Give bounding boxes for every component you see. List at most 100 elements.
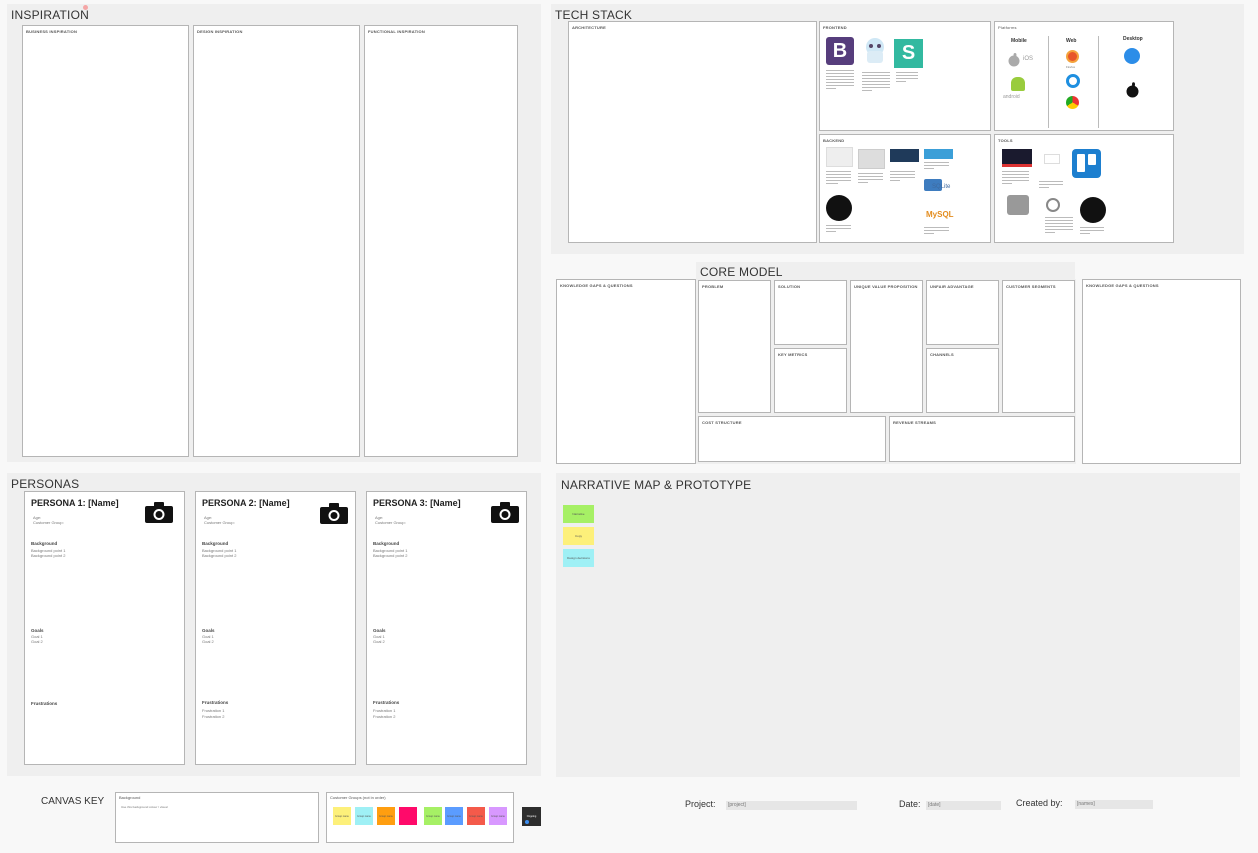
solution-card[interactable]: SOLUTION [774, 280, 847, 345]
knowledge-gaps-right-card[interactable]: KNOWLEDGE GAPS & QUESTIONS [1082, 279, 1241, 464]
persona-group: Customer Group: [204, 520, 235, 525]
notification-dot-icon[interactable] [83, 5, 88, 10]
chrome-icon [1066, 96, 1079, 109]
cost-structure-label: COST STRUCTURE [702, 420, 742, 425]
knowledge-gaps-label: KNOWLEDGE GAPS & QUESTIONS [560, 283, 633, 288]
screenshot-thumb [858, 149, 885, 169]
ios-label: iOS [1023, 56, 1034, 62]
core-model-title: CORE MODEL [700, 265, 783, 279]
tools-label: TOOLS [998, 138, 1013, 143]
swatch-label: Group name [426, 814, 440, 818]
group-swatch[interactable]: Group name [467, 807, 485, 825]
screenshot-thumb [1002, 149, 1032, 167]
persona-card-3[interactable]: PERSONA 3: [Name] Age: Customer Group: B… [366, 491, 527, 765]
camera-icon[interactable] [320, 503, 348, 524]
screenshot-thumb [826, 147, 853, 167]
frontend-label: FRONTEND [823, 25, 847, 30]
unfair-advantage-card[interactable]: UNFAIR ADVANTAGE [926, 280, 999, 345]
cost-structure-card[interactable]: COST STRUCTURE [698, 416, 886, 462]
group-swatch[interactable]: Group name [333, 807, 351, 825]
project-field[interactable]: [project] [726, 801, 857, 810]
apple-icon [1007, 53, 1021, 67]
sticky-note-design[interactable]: Design decisions [563, 549, 594, 567]
architecture-card[interactable]: ARCHITECTURE [568, 21, 817, 243]
dark-key-tile[interactable]: Ongoing [522, 807, 541, 826]
goal-point: Goal 2 [373, 639, 385, 644]
android-label: android [1003, 94, 1020, 100]
problem-label: PROBLEM [702, 284, 724, 289]
customer-segments-card[interactable]: CUSTOMER SEGMENTS [1002, 280, 1075, 413]
design-inspiration-column[interactable]: DESIGN INSPIRATION [193, 25, 360, 457]
frustration-point: Frustration 1 [373, 708, 396, 713]
mysql-label: MySQL [926, 210, 954, 219]
knowledge-gaps-label: KNOWLEDGE GAPS & QUESTIONS [1086, 283, 1159, 288]
thumb [1044, 154, 1060, 164]
key-background-text: Use this background colour / visual [121, 805, 168, 809]
created-by-label: Created by: [1016, 798, 1063, 808]
dot-icon [525, 820, 529, 824]
personas-title: PERSONAS [11, 477, 80, 491]
group-swatch[interactable]: Group name [489, 807, 507, 825]
background-heading: Background [373, 541, 400, 546]
trello-logo-icon [1072, 149, 1101, 178]
persona-name[interactable]: PERSONA 1: [Name] [31, 498, 119, 508]
platforms-label: Platforms [998, 25, 1017, 30]
frustrations-heading: Frustrations [202, 700, 229, 705]
unfair-advantage-label: UNFAIR ADVANTAGE [930, 284, 974, 289]
sticky-label: Copy [574, 534, 582, 538]
solution-label: SOLUTION [778, 284, 801, 289]
key-metrics-card[interactable]: KEY METRICS [774, 348, 847, 413]
goals-heading: Goals [373, 628, 386, 633]
key-background-title: Background [119, 795, 141, 800]
tool-icon [1046, 198, 1060, 212]
canvas-key-background-card[interactable]: Background Use this background colour / … [115, 792, 319, 843]
group-swatch[interactable]: Group name [424, 807, 442, 825]
group-swatch[interactable] [399, 807, 417, 825]
background-heading: Background [31, 541, 58, 546]
revenue-streams-card[interactable]: REVENUE STREAMS [889, 416, 1075, 462]
github-icon [1080, 197, 1106, 223]
canvas-key-groups-card[interactable]: Customer Groups (not in order) Group nam… [326, 792, 514, 843]
group-swatch[interactable]: Group name [377, 807, 395, 825]
created-by-field[interactable]: [names] [1075, 800, 1153, 809]
business-inspiration-column[interactable]: BUSINESS INSPIRATION [22, 25, 189, 457]
camera-icon[interactable] [145, 502, 173, 523]
camera-icon[interactable] [491, 502, 519, 523]
stamplay-logo-icon [924, 149, 953, 159]
sticky-note-narrative[interactable]: Narrative [563, 505, 594, 523]
goal-point: Goal 2 [31, 639, 43, 644]
uvp-card[interactable]: UNIQUE VALUE PROPOSITION [850, 280, 923, 413]
persona-name[interactable]: PERSONA 2: [Name] [202, 498, 290, 508]
channels-label: CHANNELS [930, 352, 954, 357]
background-point: Background point 2 [31, 553, 66, 558]
tools-card[interactable]: TOOLS [994, 134, 1174, 243]
frontend-card[interactable]: FRONTEND B S [819, 21, 991, 131]
functional-inspiration-column[interactable]: FUNCTIONAL INSPIRATION [364, 25, 518, 457]
channels-card[interactable]: CHANNELS [926, 348, 999, 413]
platforms-card[interactable]: Platforms Mobile Web Desktop iOS android… [994, 21, 1174, 131]
goals-heading: Goals [202, 628, 215, 633]
group-swatch[interactable]: Group name [445, 807, 463, 825]
goals-heading: Goals [31, 628, 44, 633]
backend-card[interactable]: BACKEND SQLite MySQL [819, 134, 991, 243]
sticky-label: Design decisions [567, 556, 590, 560]
android-icon [1011, 77, 1025, 91]
persona-card-2[interactable]: PERSONA 2: [Name] Age: Customer Group: B… [195, 491, 356, 765]
knowledge-gaps-left-card[interactable]: KNOWLEDGE GAPS & QUESTIONS [556, 279, 696, 464]
persona-name[interactable]: PERSONA 3: [Name] [373, 498, 461, 508]
customer-segments-label: CUSTOMER SEGMENTS [1006, 284, 1056, 289]
problem-card[interactable]: PROBLEM [698, 280, 771, 413]
date-label: Date: [899, 799, 921, 809]
date-field[interactable]: [date] [926, 801, 1001, 810]
background-point: Background point 2 [373, 553, 408, 558]
sticky-label: Narrative [572, 512, 585, 516]
persona-card-1[interactable]: PERSONA 1: [Name] Age: Customer Group: B… [24, 491, 185, 765]
narrative-map-section: NARRATIVE MAP & PROTOTYPE Narrative Copy… [556, 473, 1240, 777]
swatch-label: Group name [357, 814, 371, 818]
ie-icon [1066, 74, 1080, 88]
sticky-note-copy[interactable]: Copy [563, 527, 594, 545]
inspiration-title: INSPIRATION [11, 8, 89, 22]
inspiration-section: INSPIRATION BUSINESS INSPIRATION DESIGN … [7, 4, 541, 462]
group-swatch[interactable]: Group name [355, 807, 373, 825]
persona-group: Customer Group: [375, 520, 406, 525]
